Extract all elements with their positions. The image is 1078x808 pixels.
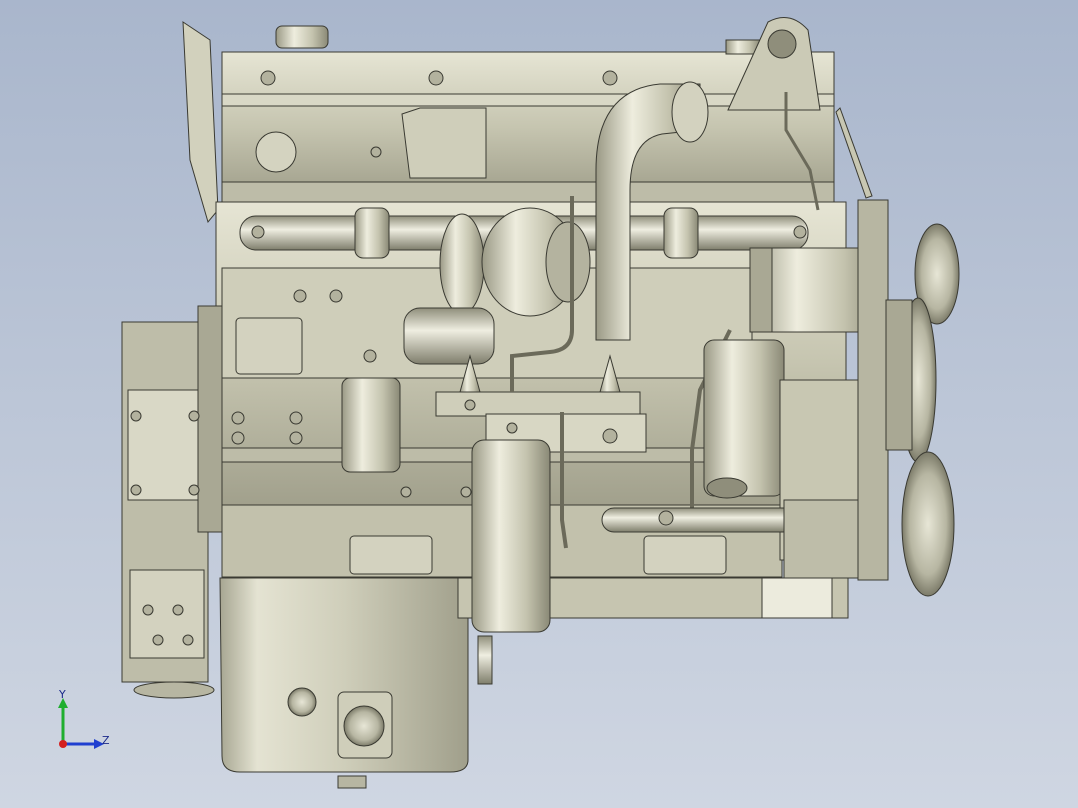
intake-elbow-end <box>671 81 709 143</box>
oil-filter <box>341 377 401 473</box>
flywheel-flange <box>197 305 223 533</box>
x-axis-origin <box>59 740 67 748</box>
side-cover-3 <box>643 535 727 575</box>
oil-pan-lip <box>761 577 833 619</box>
front-bracket <box>857 199 889 581</box>
alternator-rear <box>749 247 773 333</box>
lifting-eye <box>767 29 797 59</box>
manifold-flange-1 <box>354 207 390 259</box>
coolant-pipe <box>601 507 813 533</box>
triad-y-label: Y <box>58 688 66 701</box>
water-outlet <box>706 477 748 499</box>
top-cap <box>275 25 329 49</box>
crank-pulley <box>901 451 955 597</box>
cad-viewport[interactable]: Y Z <box>0 0 1078 808</box>
fuel-filter <box>471 439 551 633</box>
side-cover-1 <box>235 317 303 375</box>
drain-plug <box>287 687 317 717</box>
coordinate-triad: Y Z <box>58 688 110 749</box>
manifold-flange-2 <box>663 207 699 259</box>
turbo-compressor-inlet <box>439 213 485 315</box>
triad-z-label: Z <box>102 734 110 747</box>
head-lower-rail <box>221 181 835 203</box>
engine-model[interactable] <box>0 0 1078 808</box>
rocker-cover <box>221 51 835 203</box>
front-cover <box>783 499 869 579</box>
turbo-outlet-pipe <box>403 307 495 365</box>
flywheel-foot <box>133 681 215 699</box>
belt-tensioner <box>885 299 913 451</box>
engine-assembly <box>121 17 960 789</box>
breather-cover <box>182 21 219 224</box>
flywheel-housing-face <box>127 389 209 501</box>
pan-bottom-plug <box>337 775 367 789</box>
dipstick-tube <box>477 635 493 685</box>
turbo-center <box>545 221 591 303</box>
sump-plug <box>343 705 385 747</box>
valve-cover-plate <box>401 107 487 179</box>
thermostat-housing <box>703 339 785 497</box>
side-cover-2 <box>349 535 433 575</box>
flywheel-housing-lower <box>129 569 205 659</box>
front-brace <box>835 107 873 199</box>
